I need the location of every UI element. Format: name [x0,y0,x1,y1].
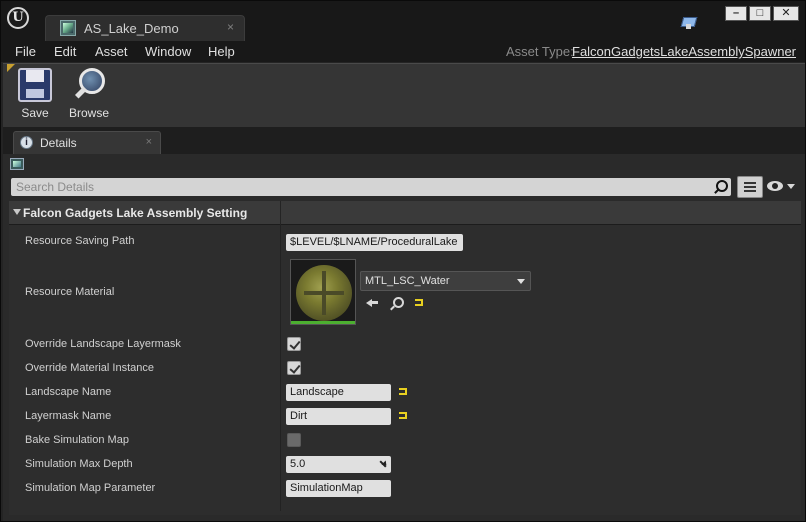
details-tab-title: Details [40,136,77,150]
chevron-down-icon [517,279,525,284]
material-thumbnail[interactable] [290,259,356,325]
use-selected-icon[interactable] [366,297,380,309]
asset-icon [10,158,24,170]
property-label-override-landscape-layermask: Override Landscape Layermask [25,338,181,350]
document-tab-title: AS_Lake_Demo [84,21,179,36]
minimize-button[interactable]: – [725,6,747,21]
reset-to-default-icon[interactable] [399,388,408,396]
layermask-name-field[interactable]: Dirt [286,408,391,425]
material-preview-sphere [296,265,352,321]
menu-bar: File Edit Asset Window Help Asset Type: … [1,41,805,62]
simulation-map-parameter-field[interactable]: SimulationMap [286,480,391,497]
list-view-icon[interactable] [737,176,763,198]
close-button[interactable]: ✕ [773,6,799,21]
maximize-button[interactable]: □ [749,6,771,21]
save-button[interactable]: Save [15,68,55,120]
chevron-down-icon [787,184,795,189]
material-dropdown-value: MTL_LSC_Water [365,275,450,287]
window-controls: – □ ✕ [725,6,799,22]
override-landscape-layermask-checkbox[interactable] [287,337,301,351]
toolbar: Save Browse [3,63,805,127]
property-label-override-material-instance: Override Material Instance [25,362,154,374]
tab-details[interactable]: i Details × [13,131,161,154]
asset-icon [60,20,76,36]
simulation-max-depth-field[interactable]: 5.0 [286,456,391,473]
browse-label: Browse [68,106,109,120]
property-label-simulation-max-depth: Simulation Max Depth [25,458,133,470]
asset-type-label: Asset Type: [506,44,574,59]
property-label-resource-saving-path: Resource Saving Path [25,235,135,247]
collapse-arrow-icon[interactable] [13,209,21,215]
simulation-max-depth-value: 5.0 [290,458,306,470]
thumbnail-asset-bar [291,321,355,324]
override-material-instance-checkbox[interactable] [287,361,301,375]
resource-saving-path-field[interactable]: $LEVEL/$LNAME/ProceduralLake [286,234,463,251]
browse-to-icon[interactable] [390,297,404,310]
save-icon [18,68,52,102]
property-label-layermask-name: Layermask Name [25,410,112,422]
search-icon[interactable] [713,180,728,194]
menu-help[interactable]: Help [208,44,235,59]
property-list: Resource Saving Path $LEVEL/$LNAME/Proce… [9,225,801,515]
menu-asset[interactable]: Asset [95,44,128,59]
category-header[interactable]: Falcon Gadgets Lake Assembly Setting [9,201,801,225]
toolbar-corner-marker [7,64,15,72]
bake-simulation-map-checkbox[interactable] [287,433,301,447]
unreal-logo-icon[interactable]: U [7,7,29,29]
column-splitter[interactable] [280,225,281,511]
browse-button[interactable]: Browse [65,68,113,120]
property-label-simulation-map-parameter: Simulation Map Parameter [25,482,156,494]
view-options-button[interactable] [767,181,797,193]
tab-close-icon[interactable]: × [227,20,234,34]
category-title: Falcon Gadgets Lake Assembly Setting [23,206,248,220]
browse-icon [69,68,109,104]
details-tab-close-icon[interactable]: × [146,136,152,148]
eye-icon [767,181,783,191]
asset-type-link[interactable]: FalconGadgetsLakeAssemblySpawner [572,44,796,59]
landscape-name-field[interactable]: Landscape [286,384,391,401]
column-splitter [280,201,281,225]
save-label: Save [21,106,49,120]
drag-arrow-icon[interactable] [379,460,387,468]
reset-to-default-icon[interactable] [399,412,408,420]
notification-icon[interactable] [682,17,696,29]
search-bar [11,178,731,196]
menu-window[interactable]: Window [145,44,191,59]
details-tab-bar: i Details × [3,127,805,154]
property-label-bake-simulation-map: Bake Simulation Map [25,434,129,446]
property-label-resource-material: Resource Material [25,286,115,298]
details-panel: Falcon Gadgets Lake Assembly Setting Res… [3,154,805,521]
material-dropdown[interactable]: MTL_LSC_Water [360,271,531,291]
document-tab[interactable]: AS_Lake_Demo × [45,15,245,41]
details-icon: i [20,136,33,149]
property-label-landscape-name: Landscape Name [25,386,112,398]
menu-edit[interactable]: Edit [54,44,76,59]
title-bar: U AS_Lake_Demo × – □ ✕ [1,1,805,41]
menu-file[interactable]: File [15,44,36,59]
editor-window: U AS_Lake_Demo × – □ ✕ File Edit Asset W… [0,0,806,522]
reset-to-default-icon[interactable] [415,299,424,307]
search-input[interactable] [11,178,711,196]
